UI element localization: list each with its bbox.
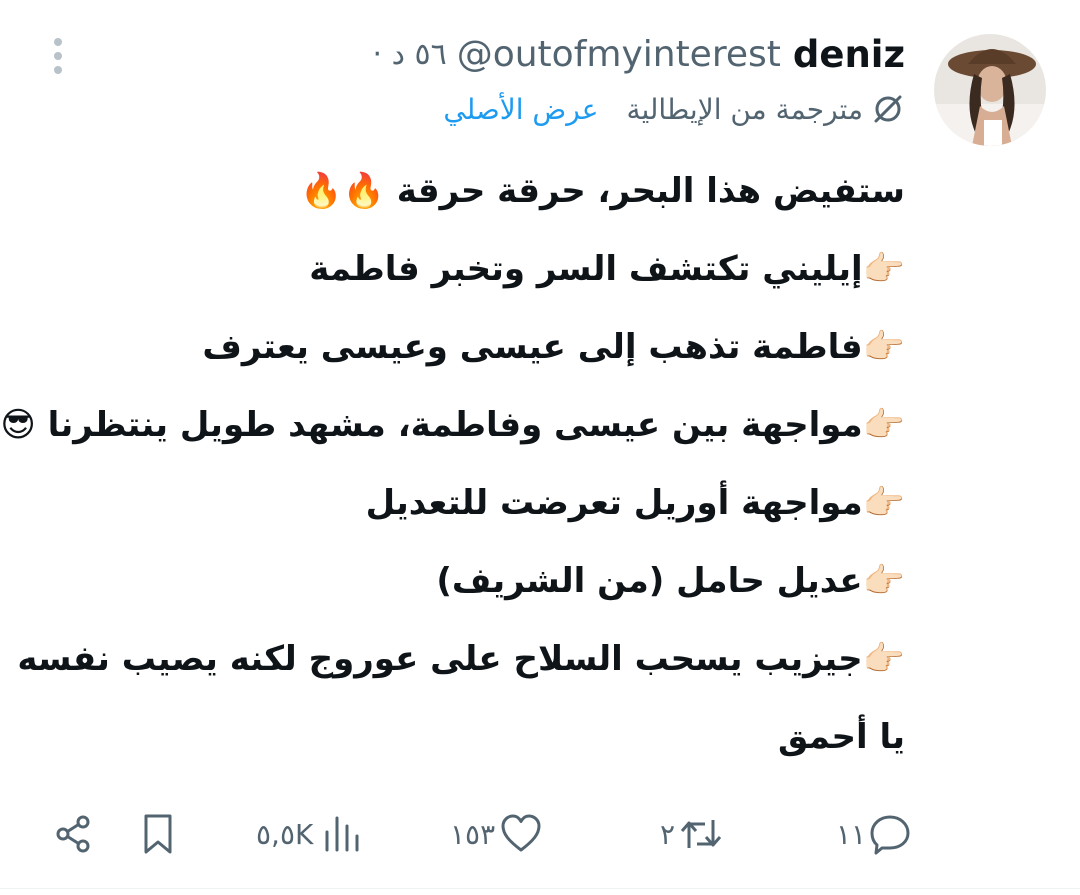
replies-count: ١١	[836, 817, 867, 851]
action-bar: ٥,٥K ١٥٣ ٢ ١١	[0, 804, 1080, 864]
tweet-line: 👉🏻عديل حامل (من الشريف)	[436, 561, 905, 601]
heart-icon	[499, 812, 543, 856]
author-name[interactable]: deniz	[793, 33, 905, 76]
share-icon	[52, 812, 96, 856]
tweet-text: ستفيض هذا البحر، حرقة حرقة 🔥🔥 👉🏻إيليني ت…	[0, 152, 905, 776]
tweet: · ٥٦ د @outofmyinterest deniz مترجمة من …	[0, 0, 1080, 895]
tweet-header: · ٥٦ د @outofmyinterest deniz	[373, 28, 906, 80]
timestamp[interactable]: · ٥٦ د	[373, 37, 447, 72]
reply-icon	[868, 812, 912, 856]
retweet-button[interactable]: ٢	[660, 804, 725, 864]
divider	[0, 888, 1080, 889]
likes-count: ١٥٣	[450, 817, 496, 851]
retweet-icon	[677, 812, 725, 856]
avatar[interactable]	[934, 34, 1046, 146]
tweet-line: 👉🏻فاطمة تذهب إلى عيسى وعيسى يعترف	[202, 327, 905, 367]
tweet-line: يا أحمق	[778, 717, 905, 757]
like-button[interactable]: ١٥٣	[450, 804, 543, 864]
translated-from-label: مترجمة من الإيطالية	[626, 92, 863, 126]
author-handle[interactable]: @outofmyinterest	[457, 34, 781, 75]
translate-icon	[871, 92, 905, 126]
views-count: ٥,٥K	[256, 817, 314, 851]
translation-row: مترجمة من الإيطالية عرض الأصلي	[443, 86, 905, 132]
bookmark-button[interactable]	[138, 804, 178, 864]
reply-button[interactable]: ١١	[836, 804, 912, 864]
tweet-line: 👉🏻إيليني تكتشف السر وتخبر فاطمة	[309, 249, 905, 289]
tweet-line: 👉🏻مواجهة أوريل تعرضت للتعديل	[365, 483, 905, 523]
show-original-link[interactable]: عرض الأصلي	[443, 93, 598, 126]
more-vertical-icon[interactable]	[46, 36, 70, 76]
tweet-line: 👉🏻مواجهة بين عيسى وفاطمة، مشهد طويل ينتظ…	[0, 405, 905, 445]
bookmark-icon	[138, 812, 178, 856]
tweet-line: 👉🏻جيزيب يسحب السلاح على عوروج لكنه يصيب …	[17, 639, 905, 679]
tweet-line: ستفيض هذا البحر، حرقة حرقة 🔥🔥	[300, 171, 905, 211]
views-icon	[321, 812, 361, 856]
views-button[interactable]: ٥,٥K	[256, 804, 361, 864]
retweets-count: ٢	[660, 817, 676, 851]
share-button[interactable]	[52, 804, 96, 864]
